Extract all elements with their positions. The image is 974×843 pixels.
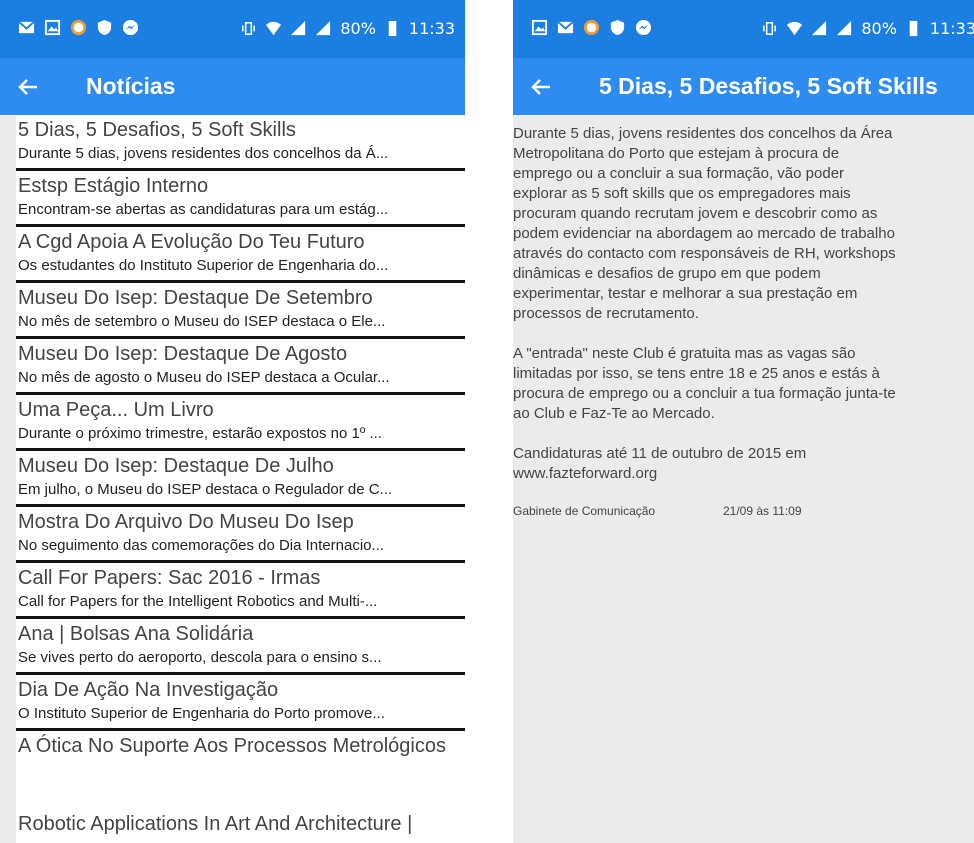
back-arrow-icon bbox=[18, 78, 37, 95]
page-title: Notícias bbox=[86, 73, 176, 99]
article-date: 21/09 às 11:09 bbox=[723, 504, 802, 518]
status-bar: 80% 11:33 bbox=[513, 0, 974, 58]
cpu-icon bbox=[70, 19, 87, 36]
back-arrow-icon bbox=[531, 78, 550, 95]
list-item[interactable]: Estsp Estágio Interno Encontram-se aberta… bbox=[16, 171, 465, 227]
page-title: 5 Dias, 5 Desafios, 5 Soft Skills bbox=[599, 73, 938, 99]
image-icon bbox=[44, 19, 61, 36]
image-icon bbox=[531, 19, 548, 36]
vibrate-icon bbox=[763, 22, 777, 35]
article-paragraph: Durante 5 dias, jovens residentes dos co… bbox=[513, 125, 896, 322]
battery-icon bbox=[388, 20, 397, 37]
item-title: 5 Dias, 5 Desafios, 5 Soft Skills bbox=[18, 119, 296, 141]
signal-icon-2 bbox=[316, 20, 331, 36]
app-bar: 5 Dias, 5 Desafios, 5 Soft Skills bbox=[513, 58, 974, 115]
cpu-icon bbox=[583, 19, 600, 36]
item-title: Museu Do Isep: Destaque De Julho bbox=[18, 455, 334, 477]
item-summary: Os estudantes do Instituto Superior de E… bbox=[18, 257, 389, 274]
item-title: Museu Do Isep: Destaque De Setembro bbox=[18, 287, 373, 309]
back-button[interactable] bbox=[0, 58, 56, 115]
item-title: Robotic Applications In Art And Architec… bbox=[18, 813, 413, 835]
app-bar: Notícias bbox=[0, 58, 465, 115]
article-paragraph: Candidaturas até 11 de outubro de 2015 e… bbox=[513, 445, 807, 482]
item-title: Uma Peça... Um Livro bbox=[18, 399, 214, 421]
list-item[interactable]: A Ótica No Suporte Aos Processos Metroló… bbox=[16, 731, 465, 809]
clock: 11:33 bbox=[929, 19, 974, 38]
list-item[interactable]: Call For Papers: Sac 2016 - Irmas Call fo… bbox=[16, 563, 465, 619]
list-item[interactable]: Mostra Do Arquivo Do Museu Do Isep No seg… bbox=[16, 507, 465, 563]
item-title: Estsp Estágio Interno bbox=[18, 175, 209, 197]
wifi-icon bbox=[787, 21, 803, 36]
news-detail-screen: 80% 11:33 5 Dias, 5 Desafios, 5 Soft Ski… bbox=[513, 0, 974, 843]
list-item[interactable]: Museu Do Isep: Destaque De Agosto No mês … bbox=[16, 339, 465, 395]
system-status: 80% 11:33 bbox=[761, 19, 974, 38]
item-title: Dia De Ação Na Investigação bbox=[18, 679, 279, 701]
news-list[interactable]: 5 Dias, 5 Desafios, 5 Soft Skills Durante… bbox=[16, 115, 465, 843]
battery-icon bbox=[909, 20, 918, 37]
item-summary: Durante 5 dias, jovens residentes dos co… bbox=[18, 145, 389, 162]
gmail-icon bbox=[557, 21, 574, 34]
wifi-icon bbox=[266, 21, 282, 36]
list-item[interactable]: Ana | Bolsas Ana Solidária Se vives perto… bbox=[16, 619, 465, 675]
clock: 11:33 bbox=[408, 19, 455, 38]
signal-icon-1 bbox=[812, 20, 827, 36]
battery-percent: 80% bbox=[861, 19, 897, 38]
item-summary: O Instituto Superior de Engenharia do Po… bbox=[18, 705, 385, 722]
messenger-icon bbox=[122, 19, 139, 36]
list-item[interactable]: A Cgd Apoia A Evolução Do Teu Futuro Os e… bbox=[16, 227, 465, 283]
article-body: Durante 5 dias, jovens residentes dos co… bbox=[513, 115, 974, 843]
notification-icons bbox=[531, 19, 652, 36]
list-item[interactable]: Dia De Ação Na Investigação O Instituto S… bbox=[16, 675, 465, 731]
news-list-screen: 80% 11:33 Notícias 5 Dias, 5 Desafios, 5… bbox=[0, 0, 465, 843]
signal-icon-1 bbox=[291, 20, 306, 36]
signal-icon-2 bbox=[837, 20, 852, 36]
shield-icon bbox=[97, 19, 112, 36]
item-title: Ana | Bolsas Ana Solidária bbox=[18, 623, 254, 645]
vibrate-icon bbox=[242, 22, 256, 35]
list-item[interactable]: Uma Peça... Um Livro Durante o próximo tr… bbox=[16, 395, 465, 451]
system-status: 80% 11:33 bbox=[240, 19, 455, 38]
item-title: A Cgd Apoia A Evolução Do Teu Futuro bbox=[18, 231, 365, 253]
item-summary: No mês de setembro o Museu do ISEP desta… bbox=[18, 313, 386, 330]
item-title: Mostra Do Arquivo Do Museu Do Isep bbox=[18, 511, 354, 533]
article-paragraph: A "entrada" neste Club é gratuita mas as… bbox=[513, 345, 896, 422]
status-bar: 80% 11:33 bbox=[0, 0, 465, 58]
list-item[interactable]: Robotic Applications In Art And Architec… bbox=[16, 809, 465, 843]
item-summary: Em julho, o Museu do ISEP destaca o Regu… bbox=[18, 481, 393, 498]
shield-icon bbox=[610, 19, 625, 36]
item-summary: No seguimento das comemorações do Dia In… bbox=[18, 537, 385, 554]
list-item[interactable]: Museu Do Isep: Destaque De Setembro No mê… bbox=[16, 283, 465, 339]
list-item[interactable]: 5 Dias, 5 Desafios, 5 Soft Skills Durante… bbox=[16, 115, 465, 171]
list-item[interactable]: Museu Do Isep: Destaque De Julho Em julho… bbox=[16, 451, 465, 507]
item-summary: No mês de agosto o Museu do ISEP destaca… bbox=[18, 369, 390, 386]
item-title: Call For Papers: Sac 2016 - Irmas bbox=[18, 567, 321, 589]
item-summary: Durante o próximo trimestre, estarão exp… bbox=[18, 425, 382, 442]
item-summary: Se vives perto do aeroporto, descola par… bbox=[18, 649, 382, 666]
item-title: Museu Do Isep: Destaque De Agosto bbox=[18, 343, 348, 365]
item-summary: Encontram-se abertas as candidaturas par… bbox=[18, 201, 389, 218]
item-title: A Ótica No Suporte Aos Processos Metroló… bbox=[18, 735, 446, 757]
article-meta: Gabinete de Comunicação 21/09 às 11:09 bbox=[513, 504, 974, 518]
article-author: Gabinete de Comunicação bbox=[513, 504, 656, 518]
item-summary: Call for Papers for the Intelligent Robo… bbox=[18, 593, 378, 610]
gmail-icon bbox=[18, 21, 35, 34]
battery-percent: 80% bbox=[340, 19, 376, 38]
messenger-icon bbox=[635, 19, 652, 36]
notification-icons bbox=[18, 19, 139, 36]
back-button[interactable] bbox=[513, 58, 569, 115]
